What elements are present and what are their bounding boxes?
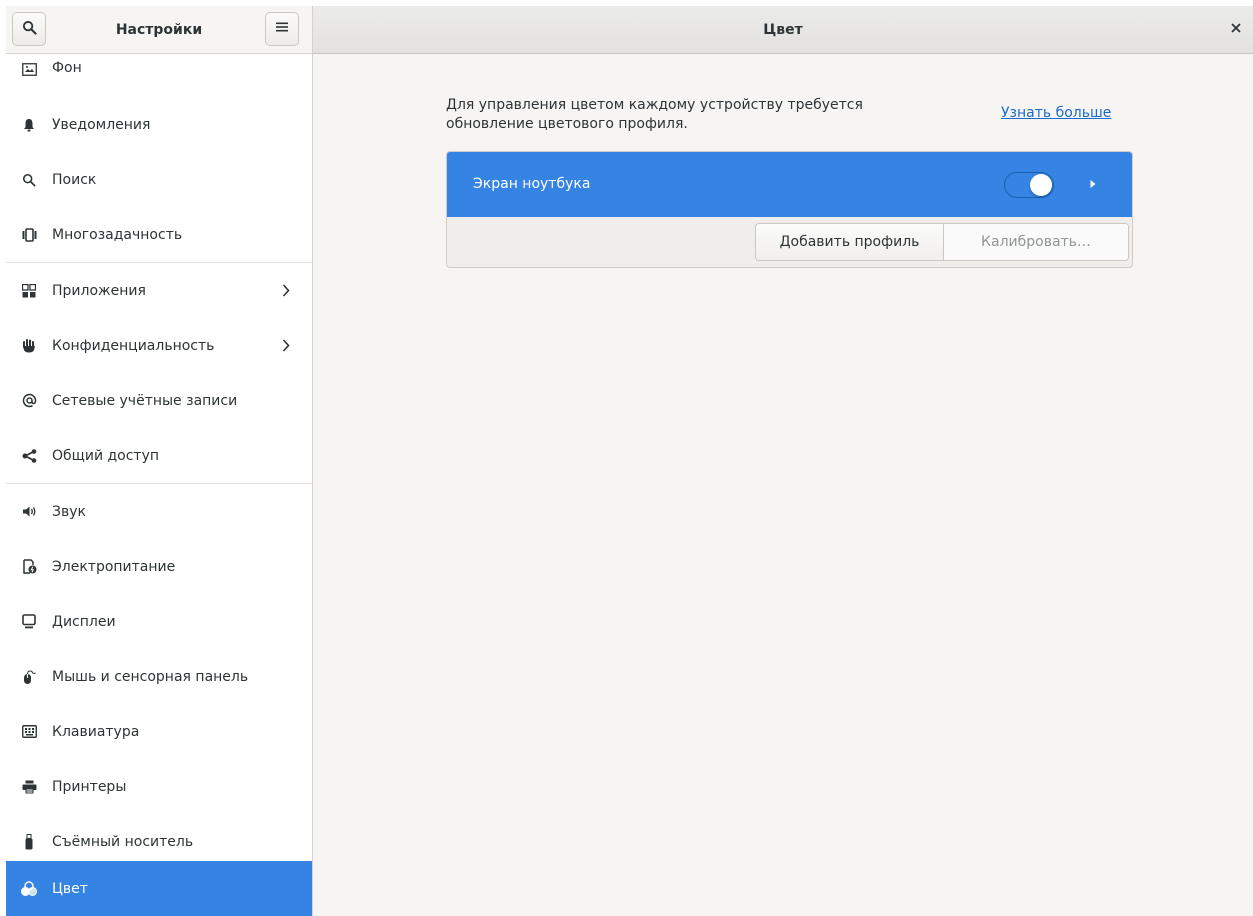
sidebar-item-online-accounts[interactable]: Сетевые учётные записи <box>6 373 312 428</box>
device-list: Экран ноутбука Добавить профиль Калибров… <box>446 151 1133 268</box>
chevron-right-icon <box>280 339 292 353</box>
device-row-laptop-screen[interactable]: Экран ноутбука <box>447 152 1132 217</box>
settings-window: Настройки Цвет Фон Уведомления Поиск Мно… <box>6 6 1253 916</box>
header-bar: Настройки Цвет <box>6 6 1253 54</box>
device-enable-switch[interactable] <box>1004 172 1054 198</box>
learn-more-link[interactable]: Узнать больше <box>1001 105 1111 121</box>
sidebar-item-mouse-touchpad[interactable]: Мышь и сенсорная панель <box>6 649 312 704</box>
search-icon <box>21 172 37 188</box>
sidebar-item-label: Приложения <box>52 282 146 299</box>
sidebar-item-sharing[interactable]: Общий доступ <box>6 428 312 483</box>
menu-button[interactable] <box>265 12 299 46</box>
sidebar: Фон Уведомления Поиск Многозадачность Пр… <box>6 54 313 916</box>
sidebar-item-label: Дисплеи <box>52 613 116 630</box>
page-title: Цвет <box>763 22 803 38</box>
hand-icon <box>21 338 37 354</box>
sidebar-item-search[interactable]: Поиск <box>6 152 312 207</box>
sidebar-item-label: Поиск <box>52 171 97 188</box>
multitasking-icon <box>21 227 37 243</box>
sidebar-item-color[interactable]: Цвет <box>6 861 312 916</box>
bell-icon <box>21 117 37 133</box>
search-icon <box>22 20 37 39</box>
sidebar-item-notifications[interactable]: Уведомления <box>6 97 312 152</box>
sidebar-item-label: Фон <box>52 60 82 76</box>
sidebar-item-displays[interactable]: Дисплеи <box>6 594 312 649</box>
printer-icon <box>21 779 37 795</box>
description-line: Для управления цветом каждому устройству… <box>446 97 863 113</box>
sidebar-item-sound[interactable]: Звук <box>6 484 312 539</box>
apps-grid-icon <box>21 283 37 299</box>
sidebar-item-power[interactable]: Электропитание <box>6 539 312 594</box>
sidebar-item-label: Мышь и сенсорная панель <box>52 668 249 685</box>
device-actions: Добавить профиль Калибровать… <box>755 223 1129 261</box>
color-icon <box>21 881 37 897</box>
sidebar-item-label: Сетевые учётные записи <box>52 392 238 409</box>
sidebar-item-label: Конфиденциальность <box>52 337 215 354</box>
usb-drive-icon <box>21 833 37 850</box>
at-sign-icon <box>21 393 37 409</box>
sidebar-item-privacy[interactable]: Конфиденциальность <box>6 318 312 373</box>
sidebar-header: Настройки <box>6 6 313 54</box>
mouse-icon <box>21 669 37 685</box>
sidebar-item-background[interactable]: Фон <box>6 54 312 86</box>
sidebar-item-keyboard[interactable]: Клавиатура <box>6 704 312 759</box>
search-button[interactable] <box>12 12 46 46</box>
sidebar-item-multitasking[interactable]: Многозадачность <box>6 207 312 262</box>
sidebar-item-label: Цвет <box>52 880 88 897</box>
panel-header: Цвет <box>313 6 1253 54</box>
share-icon <box>21 448 37 464</box>
speaker-icon <box>21 504 37 520</box>
sidebar-item-label: Многозадачность <box>52 226 183 243</box>
sidebar-item-label: Уведомления <box>52 116 151 133</box>
background-icon <box>21 61 37 77</box>
sidebar-item-applications[interactable]: Приложения <box>6 263 312 318</box>
sidebar-item-label: Съёмный носитель <box>52 833 194 850</box>
sidebar-title: Настройки <box>115 22 203 38</box>
color-management-description: Для управления цветом каждому устройству… <box>446 96 926 134</box>
sidebar-item-label: Принтеры <box>52 778 127 795</box>
display-icon <box>21 614 37 630</box>
hamburger-icon <box>276 21 288 37</box>
sidebar-item-label: Клавиатура <box>52 723 140 740</box>
sidebar-item-label: Звук <box>52 503 86 520</box>
power-icon <box>21 559 37 575</box>
calibrate-button[interactable]: Калибровать… <box>944 224 1128 260</box>
switch-knob <box>1030 174 1052 196</box>
keyboard-icon <box>21 724 37 740</box>
chevron-right-icon <box>280 284 292 298</box>
device-name: Экран ноутбука <box>473 176 591 192</box>
add-profile-button[interactable]: Добавить профиль <box>756 224 944 260</box>
color-panel: Для управления цветом каждому устройству… <box>313 54 1253 916</box>
sidebar-item-printers[interactable]: Принтеры <box>6 759 312 814</box>
sidebar-item-label: Электропитание <box>52 558 176 575</box>
expand-arrow-icon[interactable] <box>1087 178 1099 190</box>
close-button[interactable] <box>1223 16 1249 42</box>
sidebar-item-label: Общий доступ <box>52 447 160 464</box>
close-icon <box>1231 21 1241 37</box>
description-line: обновление цветового профиля. <box>446 116 688 132</box>
